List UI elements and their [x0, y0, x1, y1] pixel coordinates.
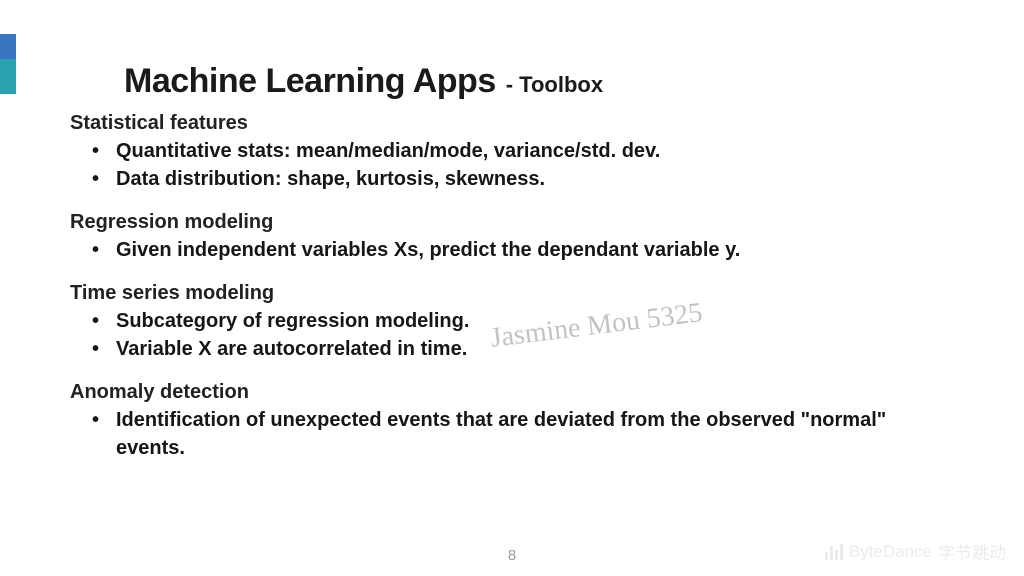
brand-cn: 字节跳动	[938, 539, 1006, 564]
slide-title: Machine Learning Apps - Toolbox	[124, 62, 603, 101]
list-item: Variable X are autocorrelated in time.	[70, 335, 950, 363]
section-heading: Statistical features	[70, 112, 950, 135]
side-accent-icon	[0, 34, 16, 104]
section-heading: Regression modeling	[70, 211, 950, 234]
slide-content: Statistical features Quantitative stats:…	[70, 112, 950, 462]
brand-en: ByteDance	[849, 542, 932, 562]
list-item: Subcategory of regression modeling.	[70, 307, 950, 335]
list-item: Identification of unexpected events that…	[70, 406, 950, 462]
title-sub: - Toolbox	[506, 72, 603, 98]
title-main: Machine Learning Apps	[124, 62, 496, 101]
section-heading: Time series modeling	[70, 282, 950, 305]
section-heading: Anomaly detection	[70, 381, 950, 404]
brand-bars-icon	[825, 544, 843, 560]
brand-logo: ByteDance 字节跳动	[825, 539, 1006, 564]
list-item: Given independent variables Xs, predict …	[70, 236, 950, 264]
list-item: Data distribution: shape, kurtosis, skew…	[70, 165, 950, 193]
list-item: Quantitative stats: mean/median/mode, va…	[70, 137, 950, 165]
